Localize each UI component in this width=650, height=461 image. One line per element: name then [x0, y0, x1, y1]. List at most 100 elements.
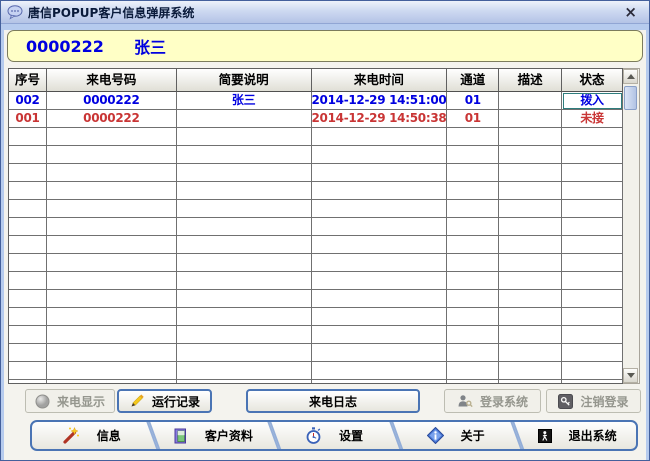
cell-empty — [499, 128, 562, 146]
cell-empty — [177, 146, 312, 164]
table-row-empty — [9, 218, 623, 236]
cell-empty — [499, 254, 562, 272]
cell[interactable]: 002 — [9, 92, 47, 110]
cell-empty — [47, 326, 177, 344]
cell-empty — [177, 308, 312, 326]
tab-exit-system[interactable]: 退出系统 — [518, 422, 636, 449]
cell-empty — [9, 254, 47, 272]
arrow-down-icon — [627, 373, 635, 378]
cell-empty — [177, 200, 312, 218]
call-grid: 序号来电号码简要说明来电时间通道描述状态 0020000222张三2014-12… — [8, 68, 623, 384]
cell-empty — [177, 290, 312, 308]
call-log-button[interactable]: 来电日志 — [246, 389, 420, 413]
cell[interactable] — [177, 110, 312, 128]
window-content: 0000222 张三 序号来电号码简要说明来电时间通道描述状态 00200002… — [4, 30, 646, 461]
cell-empty — [447, 272, 499, 290]
cell[interactable]: 001 — [9, 110, 47, 128]
cell[interactable]: 01 — [447, 92, 499, 110]
caller-number: 0000222 — [26, 37, 104, 56]
column-header-3[interactable]: 来电时间 — [312, 69, 448, 92]
run-log-button[interactable]: 运行记录 — [117, 389, 212, 413]
cell-empty — [447, 290, 499, 308]
tab-info[interactable]: 信息 — [32, 422, 150, 449]
table-row-empty — [9, 362, 623, 380]
pencil-icon — [129, 393, 145, 409]
cell-empty — [499, 218, 562, 236]
cell-empty — [177, 326, 312, 344]
cell-empty — [312, 218, 448, 236]
cell-empty — [177, 182, 312, 200]
caller-name: 张三 — [134, 34, 166, 58]
speech-bubble-icon — [7, 5, 23, 20]
scrollbar-thumb[interactable] — [624, 86, 637, 110]
table-row-empty — [9, 272, 623, 290]
vertical-scrollbar[interactable] — [623, 68, 640, 384]
user-key-icon — [457, 394, 473, 408]
cell[interactable]: 张三 — [177, 92, 312, 110]
logout-button[interactable]: 注销登录 — [546, 389, 641, 413]
table-row-empty — [9, 326, 623, 344]
cell-empty — [9, 308, 47, 326]
tab-customer-data-label: 客户资料 — [205, 427, 253, 444]
stopwatch-icon — [305, 427, 322, 445]
cell[interactable]: 01 — [447, 110, 499, 128]
cell-empty — [47, 200, 177, 218]
cell-empty — [499, 236, 562, 254]
cell-empty — [312, 236, 448, 254]
exit-icon — [538, 429, 552, 443]
login-button[interactable]: 登录系统 — [444, 389, 541, 413]
cell-empty — [312, 290, 448, 308]
cell-empty — [562, 272, 623, 290]
table-row-empty — [9, 236, 623, 254]
column-header-6[interactable]: 状态 — [562, 69, 623, 92]
column-header-2[interactable]: 简要说明 — [177, 69, 312, 92]
cell-empty — [9, 182, 47, 200]
caller-banner: 0000222 张三 — [7, 30, 643, 62]
column-header-0[interactable]: 序号 — [9, 69, 47, 92]
cell-empty — [312, 200, 448, 218]
tab-about[interactable]: 关于 — [397, 422, 515, 449]
cell-empty — [562, 254, 623, 272]
cell-empty — [177, 236, 312, 254]
caller-display-button[interactable]: 来电显示 — [25, 389, 115, 413]
cell[interactable] — [499, 110, 562, 128]
cell-empty — [9, 290, 47, 308]
table-row[interactable]: 0020000222张三2014-12-29 14:51:0001 拨入 — [9, 92, 623, 110]
tab-customer-data[interactable]: 客户资料 — [154, 422, 272, 449]
cell[interactable]: 0000222 — [47, 110, 177, 128]
table-row-empty — [9, 200, 623, 218]
cell-empty — [9, 344, 47, 362]
cell[interactable]: 0000222 — [47, 92, 177, 110]
cell-empty — [47, 164, 177, 182]
cell-empty — [562, 128, 623, 146]
column-header-1[interactable]: 来电号码 — [47, 69, 177, 92]
cell-empty — [312, 308, 448, 326]
cell[interactable]: 2014-12-29 14:51:00 — [312, 92, 448, 110]
table-row[interactable]: 0010000222 2014-12-29 14:50:3801 未接 — [9, 110, 623, 128]
title-bar[interactable]: 唐信POPUP客户信息弹屏系统 × — [1, 1, 649, 24]
cell-empty — [9, 164, 47, 182]
table-row-empty — [9, 380, 623, 384]
cell-empty — [312, 362, 448, 380]
column-header-5[interactable]: 描述 — [499, 69, 562, 92]
scrollbar-up-button[interactable] — [623, 69, 638, 84]
scrollbar-down-button[interactable] — [623, 368, 638, 383]
cell-empty — [499, 344, 562, 362]
tab-settings[interactable]: 设置 — [275, 422, 393, 449]
cell[interactable]: 未接 — [562, 110, 623, 128]
caller-display-button-label: 来电显示 — [57, 393, 105, 410]
cell[interactable]: 拨入 — [562, 92, 623, 110]
cell-empty — [562, 164, 623, 182]
cell[interactable] — [499, 92, 562, 110]
close-icon[interactable]: × — [620, 5, 641, 20]
table-row-empty — [9, 164, 623, 182]
cell-empty — [177, 218, 312, 236]
logout-button-label: 注销登录 — [580, 393, 628, 410]
cell-empty — [447, 326, 499, 344]
cell[interactable]: 2014-12-29 14:50:38 — [312, 110, 448, 128]
cell-empty — [47, 272, 177, 290]
cell-empty — [47, 128, 177, 146]
column-header-4[interactable]: 通道 — [447, 69, 499, 92]
cell-empty — [9, 362, 47, 380]
tab-about-label: 关于 — [461, 427, 485, 444]
